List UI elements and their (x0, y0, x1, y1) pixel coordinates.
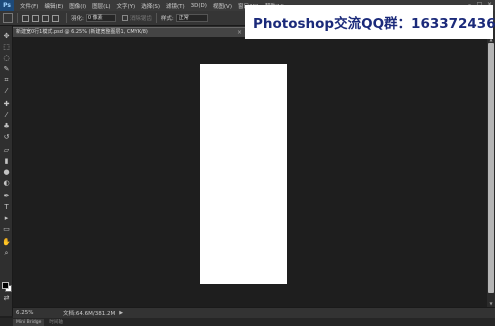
crop-icon[interactable]: ⌗ (2, 76, 11, 85)
foreground-color-swatch[interactable] (2, 282, 9, 289)
feather-input[interactable]: 0 像素 (85, 14, 116, 22)
document-title: 新建宽0行1模式.psd @ 6.25% (新建宽整图层1, CMYK/8) (16, 29, 148, 35)
gradient-icon[interactable]: ▮ (2, 157, 11, 166)
menu-type[interactable]: 文字(Y) (117, 2, 136, 10)
bottom-panel: Mini Bridge 时间轴 (0, 318, 495, 326)
tool-preset-picker[interactable] (3, 13, 13, 23)
divider (155, 13, 157, 23)
zoom-icon[interactable]: ⌕ (2, 249, 11, 258)
antialias-label: 消除锯齿 (129, 16, 152, 22)
marquee-icon[interactable]: ⬚ (2, 43, 11, 52)
type-icon[interactable]: T (2, 203, 11, 212)
menu-3d[interactable]: 3D(D) (191, 3, 207, 9)
new-selection-icon[interactable] (22, 14, 29, 22)
history-brush-icon[interactable]: ↺ (2, 133, 11, 142)
menu-view[interactable]: 视图(V) (213, 2, 232, 10)
menu-edit[interactable]: 编辑(E) (44, 2, 63, 10)
document-size-info: 文档:64.6M/381.2M (63, 311, 116, 317)
menu-file[interactable]: 文件(F) (20, 2, 38, 10)
path-select-icon[interactable]: ▸ (2, 214, 11, 223)
pen-icon[interactable]: ✒ (2, 192, 11, 201)
swap-colors-icon[interactable]: ⇄ (2, 294, 11, 303)
photoshop-logo[interactable]: Ps (0, 0, 14, 11)
intersect-selection-icon[interactable] (52, 14, 59, 22)
zoom-level[interactable]: 6.25% (13, 310, 39, 316)
tab-mini-bridge[interactable]: Mini Bridge (13, 319, 45, 326)
canvas-workspace[interactable] (13, 37, 487, 307)
status-menu-icon[interactable]: ▶ (119, 310, 123, 316)
divider (17, 13, 18, 23)
lasso-icon[interactable]: ◌ (2, 54, 11, 63)
clone-stamp-icon[interactable]: ♣ (2, 122, 11, 131)
quick-select-icon[interactable]: ✎ (2, 65, 11, 74)
subtract-selection-icon[interactable] (42, 14, 49, 22)
feather-label: 羽化: (71, 16, 84, 22)
style-label: 样式: (160, 16, 174, 22)
eyedropper-icon[interactable]: ⁄ (2, 87, 11, 96)
style-select[interactable]: 正常 (175, 14, 208, 22)
watermark-banner: Photoshop交流QQ群：163372436 (245, 5, 495, 39)
eraser-icon[interactable]: ▱ (2, 146, 11, 155)
shape-icon[interactable]: ▭ (2, 225, 11, 234)
antialias-checkbox[interactable] (121, 15, 128, 21)
status-bar: 6.25% 文档:64.6M/381.2M ▶ (13, 307, 495, 318)
document-tab[interactable]: 新建宽0行1模式.psd @ 6.25% (新建宽整图层1, CMYK/8) × (13, 27, 245, 37)
tab-timeline[interactable]: 时间轴 (46, 319, 66, 326)
tools-panel: ✥ ⬚ ◌ ✎ ⌗ ⁄ ✚ ⁄ ♣ ↺ ▱ ▮ ● ◐ ✒ T ▸ ▭ ✋ ⌕ ⇄ (0, 26, 13, 316)
brush-icon[interactable]: ⁄ (2, 111, 11, 120)
blur-icon[interactable]: ● (2, 168, 11, 177)
dodge-icon[interactable]: ◐ (2, 179, 11, 188)
menu-filter[interactable]: 滤镜(T) (166, 2, 185, 10)
menu-select[interactable]: 选择(S) (141, 2, 160, 10)
menu-layer[interactable]: 图层(L) (92, 2, 110, 10)
vertical-scrollbar[interactable]: ▲ ▼ (487, 37, 495, 307)
close-icon[interactable]: × (237, 28, 242, 37)
add-selection-icon[interactable] (32, 14, 39, 22)
healing-icon[interactable]: ✚ (2, 100, 11, 109)
hand-icon[interactable]: ✋ (2, 238, 11, 247)
document-canvas[interactable] (200, 64, 287, 284)
divider (66, 13, 67, 23)
menu-image[interactable]: 图像(I) (69, 2, 86, 10)
scrollbar-thumb[interactable] (488, 43, 494, 293)
watermark-text: Photoshop交流QQ群：163372436 (253, 16, 495, 32)
move-icon[interactable]: ✥ (2, 32, 11, 41)
